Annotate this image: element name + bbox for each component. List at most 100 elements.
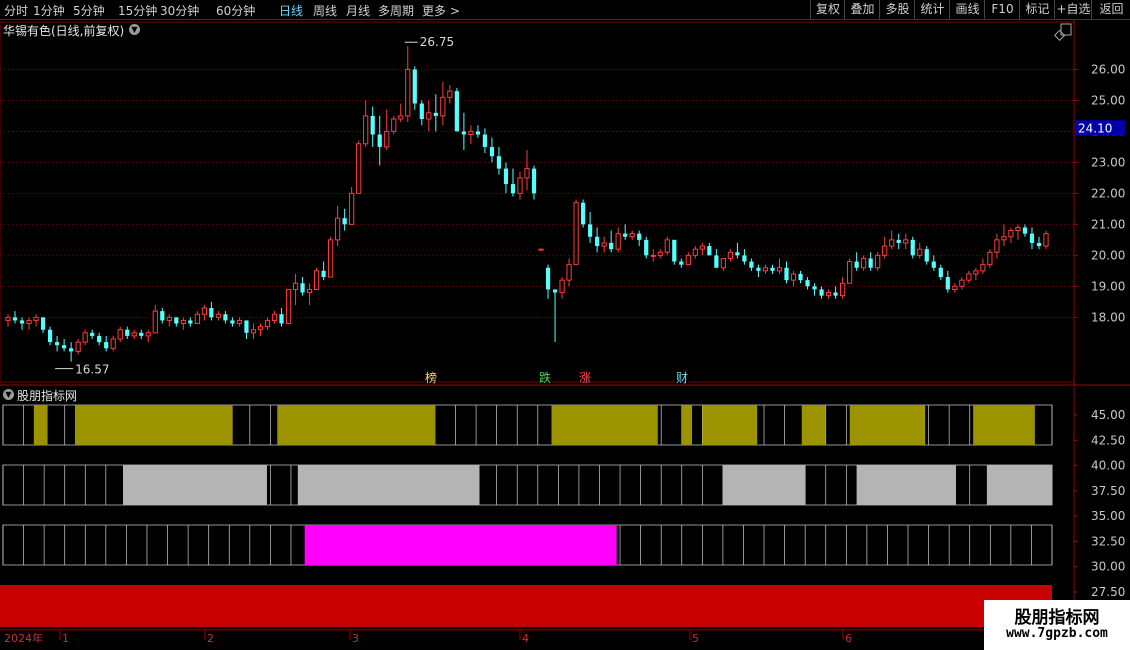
period-tab-6[interactable]: 日线 [279, 2, 303, 19]
candle-body [47, 329, 53, 343]
candle-body [1008, 230, 1014, 238]
candle-body [819, 289, 824, 296]
event-marker-0: 榜 [425, 370, 437, 385]
candle-body [475, 131, 481, 135]
candle-body [1001, 236, 1007, 241]
toolbar-action-4[interactable]: 画线 [949, 0, 985, 19]
min-price-label: 16.57 [75, 363, 109, 377]
indicator-band-gray [986, 465, 1052, 505]
indicator-tick-label: 40.00 [1091, 459, 1125, 473]
candle-body [938, 267, 943, 278]
candle-body [82, 332, 88, 343]
candle-body [236, 319, 243, 325]
indicator-collapse-icon[interactable]: ▼ [3, 389, 14, 400]
candle-body [559, 279, 565, 294]
candle-body [644, 239, 649, 256]
candle-body [770, 267, 775, 271]
candle-body [595, 236, 600, 247]
candle-body [468, 130, 474, 136]
candle-body [931, 261, 936, 268]
candle-body [426, 112, 432, 120]
price-panel-border [0, 21, 1075, 383]
candle-body [973, 270, 979, 275]
candle-body [959, 279, 965, 287]
toolbar-action-8[interactable]: 返回 [1091, 0, 1130, 19]
period-tab-8[interactable]: 月线 [346, 2, 370, 19]
candle-body [391, 118, 397, 132]
period-tab-2[interactable]: 5分钟 [73, 2, 105, 19]
candle-body [300, 283, 305, 293]
candle-body [454, 91, 459, 132]
candle-body [139, 332, 144, 336]
candle-body [882, 245, 888, 256]
candle-body [1015, 226, 1021, 232]
period-tab-4[interactable]: 30分钟 [160, 2, 199, 19]
candle-body [910, 239, 915, 256]
candle-body [601, 242, 607, 247]
candle-body [370, 115, 375, 135]
time-label-4: 4 [522, 632, 529, 645]
candle-body [833, 292, 838, 296]
indicator-band-olive [74, 405, 233, 445]
event-marker-1: 跌 [539, 370, 551, 385]
candle-body [657, 251, 663, 256]
watermark-url: www.7gpzb.com [1006, 626, 1108, 641]
candle-body [54, 342, 60, 346]
period-tab-9[interactable]: 多周期 [378, 2, 414, 19]
toolbar-action-1[interactable]: 叠加 [844, 0, 880, 19]
toolbar-action-5[interactable]: F10 [984, 0, 1020, 19]
candle-body [152, 310, 158, 334]
candle-body [321, 270, 326, 278]
candle-body [188, 320, 193, 324]
period-tab-0[interactable]: 分时 [4, 2, 28, 19]
indicator-band-olive [702, 405, 758, 445]
period-tab-1[interactable]: 1分钟 [33, 2, 65, 19]
period-tab-10[interactable]: 更多 > [422, 2, 460, 19]
candle-body [356, 143, 362, 194]
candle-body [97, 335, 102, 343]
toolbar-action-2[interactable]: 多股 [879, 0, 915, 19]
price-tick-label: 22.00 [1091, 186, 1125, 200]
candle-body [447, 90, 453, 98]
toolbar-action-0[interactable]: 复权 [810, 0, 845, 19]
candle-body [987, 251, 993, 266]
candle-body [664, 239, 670, 253]
candle-body [637, 233, 642, 240]
candle-body [440, 96, 446, 117]
period-tab-7[interactable]: 周线 [313, 2, 337, 19]
candle-body [496, 156, 502, 169]
candle-body [615, 233, 621, 250]
candle-body [160, 311, 165, 321]
toolbar-action-3[interactable]: 统计 [914, 0, 950, 19]
price-tick-label: 18.00 [1091, 310, 1125, 324]
candle-body [328, 239, 334, 278]
candle-body [672, 239, 677, 262]
candle-body [924, 249, 929, 262]
candle-body [566, 264, 572, 281]
candle-body [482, 134, 488, 147]
candle-body [875, 254, 881, 269]
period-tab-3[interactable]: 15分钟 [118, 2, 157, 19]
indicator-band-gray [297, 465, 480, 505]
stock-title: 华锡有色(日线,前复权) [3, 24, 125, 38]
indicator-band-olive [681, 405, 693, 445]
period-tab-5[interactable]: 60分钟 [216, 2, 255, 19]
candle-body [1029, 233, 1035, 243]
candle-body [285, 288, 292, 325]
candle-body [69, 348, 74, 352]
toolbar-action-6[interactable]: 标记 [1019, 0, 1055, 19]
kline-chart: 26.0025.0024.0023.0022.0021.0020.0019.00… [0, 20, 1130, 645]
candle-body [735, 252, 740, 256]
candle-body [62, 345, 67, 349]
candle-body [174, 317, 179, 324]
candle-body [623, 233, 628, 237]
candle-body [573, 202, 579, 266]
candle-body [342, 218, 347, 225]
indicator-title: 股朋指标网 [17, 389, 78, 403]
candle-body [250, 329, 257, 334]
candle-body [117, 329, 123, 340]
toolbar-action-7[interactable]: +自选 [1054, 0, 1092, 19]
candle-body [776, 267, 783, 272]
stock-menu-chevron-icon[interactable]: ▼ [129, 24, 140, 35]
indicator-band-gray [722, 465, 806, 505]
